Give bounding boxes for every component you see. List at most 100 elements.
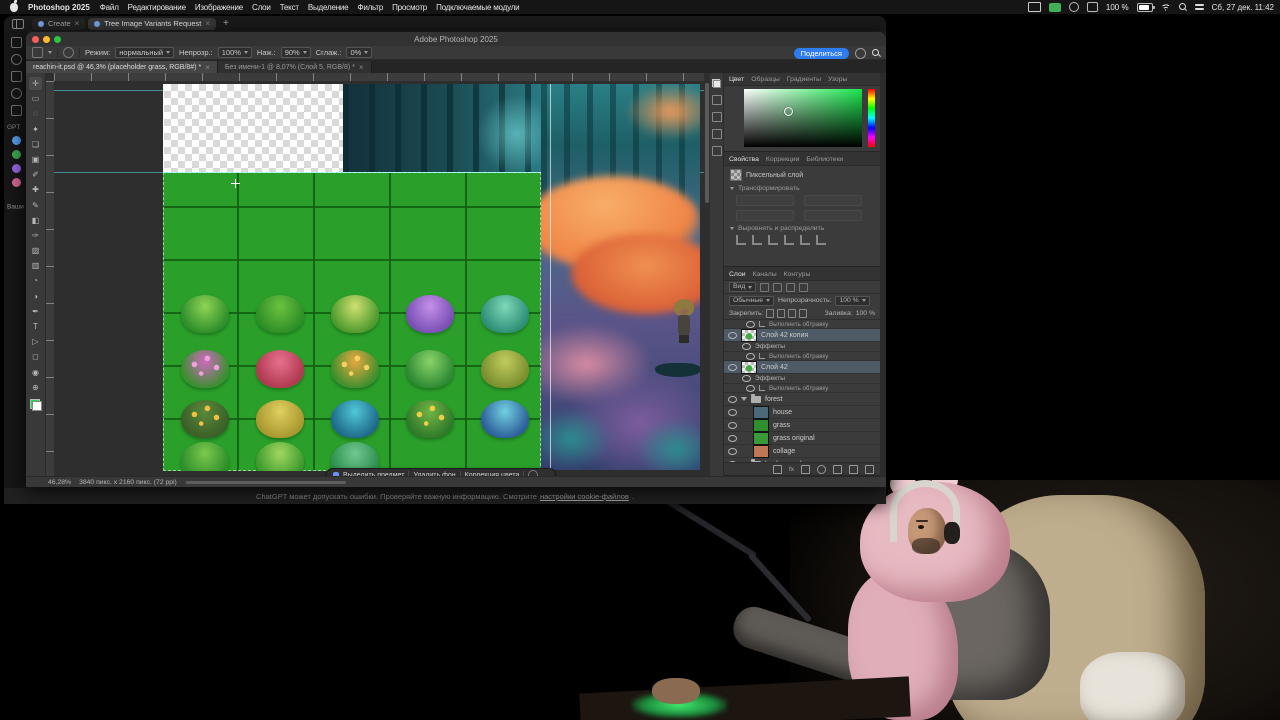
new-chat-icon[interactable] (10, 37, 22, 48)
layer-thumbnail[interactable] (753, 405, 769, 419)
visibility-eye-icon[interactable] (746, 352, 755, 360)
dodge-tool-icon[interactable]: ◑ (29, 290, 42, 303)
taskbar-more-icon[interactable] (528, 470, 539, 476)
adjustment-layer-icon[interactable] (817, 464, 826, 474)
pasteboard[interactable]: Выделить предмет Удалить фон Коррекция цве… (54, 81, 704, 476)
taskbar-button[interactable]: Коррекция цвета (465, 472, 520, 477)
close-tab-icon[interactable]: × (205, 63, 210, 72)
history-brush-tool-icon[interactable]: ✑ (29, 229, 42, 242)
properties-panel-tab[interactable]: Библиотеки (806, 156, 843, 163)
taskbar-button[interactable]: Выделить предмет (343, 472, 404, 477)
new-group-icon[interactable] (833, 464, 842, 474)
visibility-eye-icon[interactable] (728, 434, 737, 442)
layer-thumbnail[interactable] (753, 418, 769, 432)
menubar-item[interactable]: Фильтр (357, 3, 383, 12)
eyedropper-tool-icon[interactable]: ✐ (29, 168, 42, 181)
properties-panel-tab[interactable]: Коррекции (766, 156, 800, 163)
quick-selection-tool-icon[interactable]: ✦ (29, 123, 42, 136)
fill-value[interactable]: 100 % (856, 310, 875, 317)
tool-preset-icon[interactable] (32, 47, 43, 58)
mode-select[interactable]: нормальный (115, 47, 175, 58)
properties-panel-tab[interactable]: Свойства (729, 156, 759, 163)
visibility-eye-icon[interactable] (746, 320, 755, 328)
menubar-item[interactable]: Изображение (195, 3, 243, 12)
menubar-item[interactable]: Редактирование (128, 3, 186, 12)
visibility-eye-icon[interactable] (746, 384, 755, 392)
align-middle-icon[interactable] (800, 235, 810, 245)
color-cursor[interactable] (784, 107, 793, 116)
layer-thumbnail[interactable] (741, 360, 757, 374)
color-panel-tab[interactable]: Цвет (729, 76, 744, 83)
color-panel-tab[interactable]: Градиенты (787, 76, 821, 83)
sidebar-toggle-icon[interactable] (12, 18, 24, 29)
document-tab[interactable]: Без имени-1 @ 8,07% (Слой 5, RGB/8) * × (217, 61, 372, 73)
clone-stamp-tool-icon[interactable]: ◧ (29, 214, 42, 227)
lock-all-icon[interactable] (799, 308, 808, 318)
search-icon[interactable] (872, 49, 880, 57)
visibility-eye-icon[interactable] (728, 363, 737, 371)
healing-brush-tool-icon[interactable]: ✚ (29, 183, 42, 196)
layer-thumbnail[interactable] (753, 444, 769, 458)
layer-row-layer[interactable]: Слой 42 (724, 360, 880, 374)
document-canvas[interactable] (163, 84, 700, 471)
menubar-item[interactable]: Файл (100, 3, 119, 12)
move-tool-icon[interactable]: ✛ (29, 77, 42, 90)
active-app-name[interactable]: Photoshop 2025 (28, 3, 90, 12)
layer-effects-icon[interactable]: fx (789, 466, 794, 473)
layer-row-layer[interactable]: collage (724, 444, 880, 458)
browser-tab[interactable]: Create × (32, 17, 86, 30)
menubar-item[interactable]: Выделение (308, 3, 349, 12)
close-tab-icon[interactable]: × (75, 19, 80, 28)
apple-menu-icon[interactable] (10, 0, 18, 12)
foreground-background-swatches[interactable] (29, 398, 42, 411)
layer-mask-icon[interactable] (801, 464, 810, 474)
brush-preview-icon[interactable] (63, 47, 74, 58)
height-field[interactable] (804, 195, 862, 206)
panel-icon[interactable] (711, 129, 722, 139)
expand-caret-icon[interactable] (741, 397, 747, 401)
menubar-clock[interactable]: Сб, 27 дек. 11:42 (1212, 3, 1274, 12)
visibility-eye-icon[interactable] (728, 447, 737, 455)
wifi-icon[interactable] (1160, 3, 1171, 11)
color-field[interactable] (744, 89, 862, 147)
horizontal-scrollbar[interactable] (186, 481, 346, 484)
transform-section-label[interactable]: Трансформировать (738, 185, 799, 192)
gradient-tool-icon[interactable]: ▥ (29, 259, 42, 272)
opacity-select[interactable]: 100% (217, 47, 252, 58)
chat-history-item[interactable]: Ваши ч (4, 201, 28, 213)
visibility-eye-icon[interactable] (742, 343, 751, 350)
menubar-item[interactable]: Текст (280, 3, 299, 12)
lock-position-icon[interactable] (788, 308, 797, 318)
layer-filter-select[interactable]: Вид (729, 282, 757, 292)
stage-manager-icon[interactable] (1068, 2, 1079, 12)
control-center-icon[interactable] (1194, 3, 1204, 11)
layers-panel-tab[interactable]: Каналы (753, 271, 777, 278)
frame-tool-icon[interactable]: ▣ (29, 153, 42, 166)
layer-row-layer[interactable]: grass (724, 418, 880, 432)
marquee-tool-icon[interactable]: ▭ (29, 92, 42, 105)
path-selection-tool-icon[interactable]: ▷ (29, 335, 42, 348)
flow-select[interactable]: 90% (280, 47, 311, 58)
layers-panel-tab[interactable]: Контуры (784, 271, 811, 278)
filter-mode-icon[interactable] (786, 282, 796, 292)
visibility-eye-icon[interactable] (728, 421, 737, 429)
new-layer-icon[interactable] (849, 464, 858, 474)
gpt-avatar[interactable] (11, 150, 21, 159)
color-panel-tab[interactable]: Узоры (828, 76, 847, 83)
gpt-avatar[interactable] (11, 164, 21, 173)
background-color[interactable] (31, 400, 42, 411)
color-swatch-mini-icon[interactable] (712, 79, 721, 88)
filter-attribute-icon[interactable] (799, 282, 809, 292)
visibility-eye-icon[interactable] (728, 395, 737, 403)
panel-icon[interactable] (711, 146, 722, 156)
zoom-level[interactable]: 46,28% (48, 479, 71, 486)
layer-row-clip[interactable]: Выполнить обтравку (724, 384, 880, 393)
layer-row-layer[interactable]: house (724, 405, 880, 419)
zoom-tool-icon[interactable]: ⊕ (29, 381, 42, 394)
align-left-icon[interactable] (736, 235, 746, 245)
type-tool-icon[interactable]: T (29, 320, 42, 333)
hand-tool-icon[interactable]: ◉ (29, 366, 42, 379)
blur-tool-icon[interactable]: ◔ (29, 274, 42, 287)
menubar-item[interactable]: Просмотр (392, 3, 427, 12)
lock-pixels-icon[interactable] (777, 308, 786, 318)
